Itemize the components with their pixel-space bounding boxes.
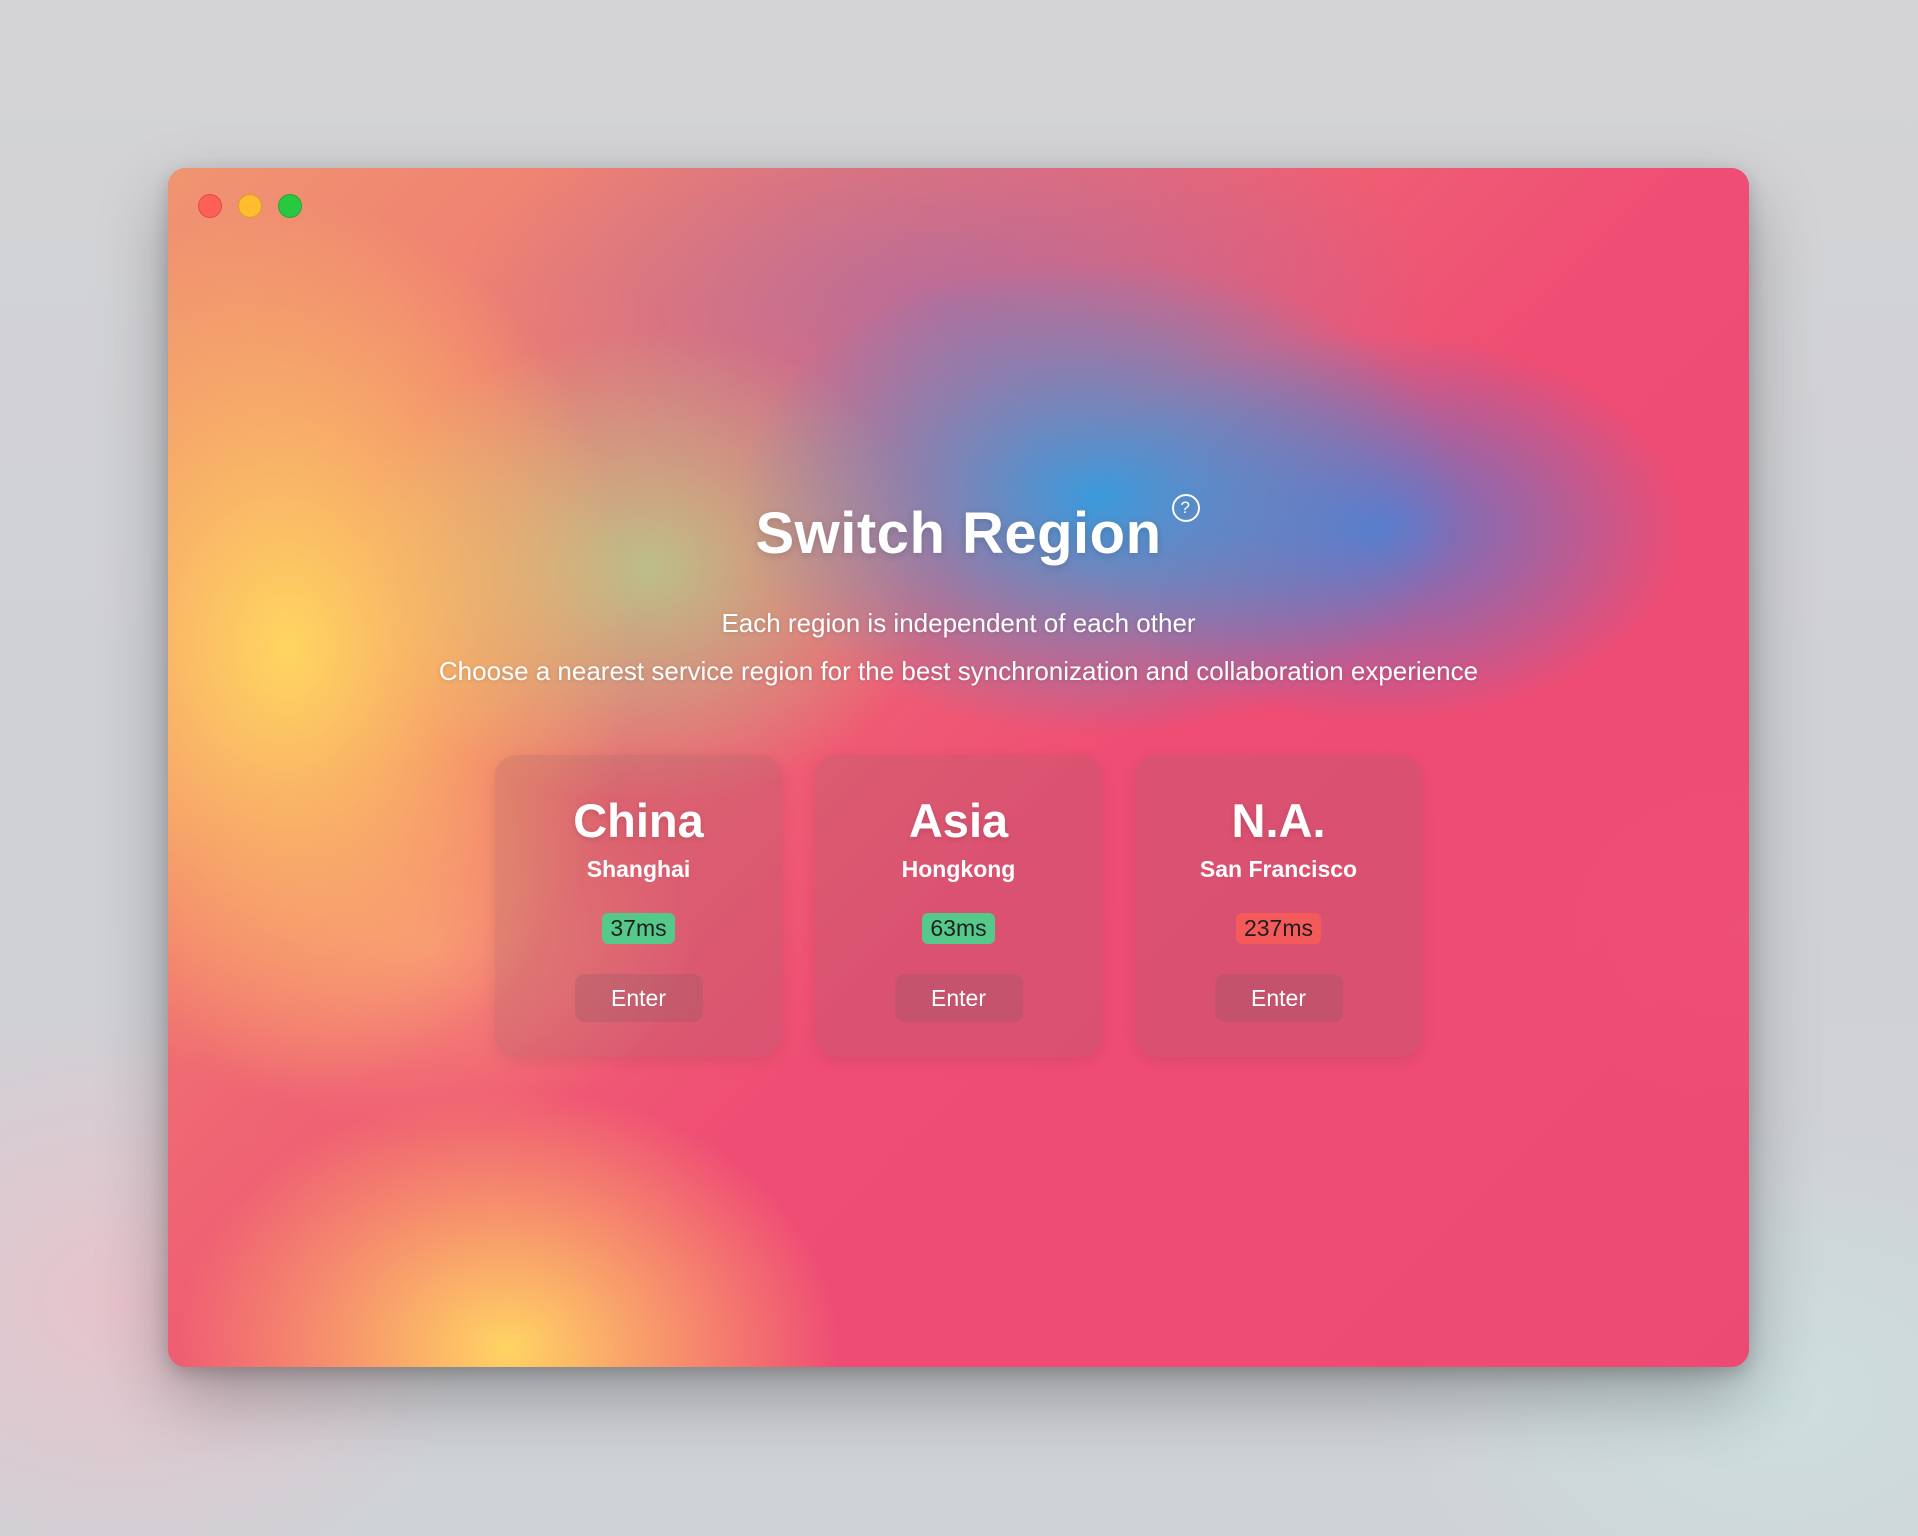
- latency-badge: 237ms: [1235, 913, 1322, 944]
- main-content: Switch Region ? Each region is independe…: [168, 168, 1749, 1367]
- region-card-china: China Shanghai 37ms Enter: [495, 755, 782, 1057]
- window-controls: [198, 194, 302, 218]
- region-city: San Francisco: [1199, 856, 1358, 882]
- subtitle-independent: Each region is independent of each other: [721, 608, 1196, 638]
- latency-badge: 63ms: [922, 913, 995, 944]
- title-container: Switch Region ?: [168, 494, 1749, 567]
- minimize-window-button[interactable]: [238, 194, 262, 218]
- region-name: Asia: [908, 794, 1009, 847]
- subtitle-choose-region: Choose a nearest service region for the …: [438, 656, 1479, 686]
- region-card-na: N.A. San Francisco 237ms Enter: [1135, 755, 1422, 1057]
- page-title: Switch Region ?: [755, 494, 1200, 567]
- enter-asia-button[interactable]: Enter: [894, 974, 1023, 1022]
- region-cards: China Shanghai 37ms Enter Asia Hongkong …: [495, 755, 1422, 1057]
- zoom-window-button[interactable]: [278, 194, 302, 218]
- region-name: China: [573, 794, 704, 847]
- question-circle-icon[interactable]: ?: [1171, 494, 1200, 522]
- region-name: N.A.: [1231, 794, 1326, 847]
- latency-badge: 37ms: [602, 913, 675, 944]
- enter-china-button[interactable]: Enter: [574, 974, 703, 1022]
- region-city: Shanghai: [586, 856, 691, 882]
- region-card-asia: Asia Hongkong 63ms Enter: [815, 755, 1102, 1057]
- app-window: Switch Region ? Each region is independe…: [168, 168, 1749, 1367]
- enter-na-button[interactable]: Enter: [1214, 974, 1343, 1022]
- page-title-text: Switch Region: [755, 501, 1162, 566]
- region-city: Hongkong: [901, 856, 1016, 882]
- close-window-button[interactable]: [198, 194, 222, 218]
